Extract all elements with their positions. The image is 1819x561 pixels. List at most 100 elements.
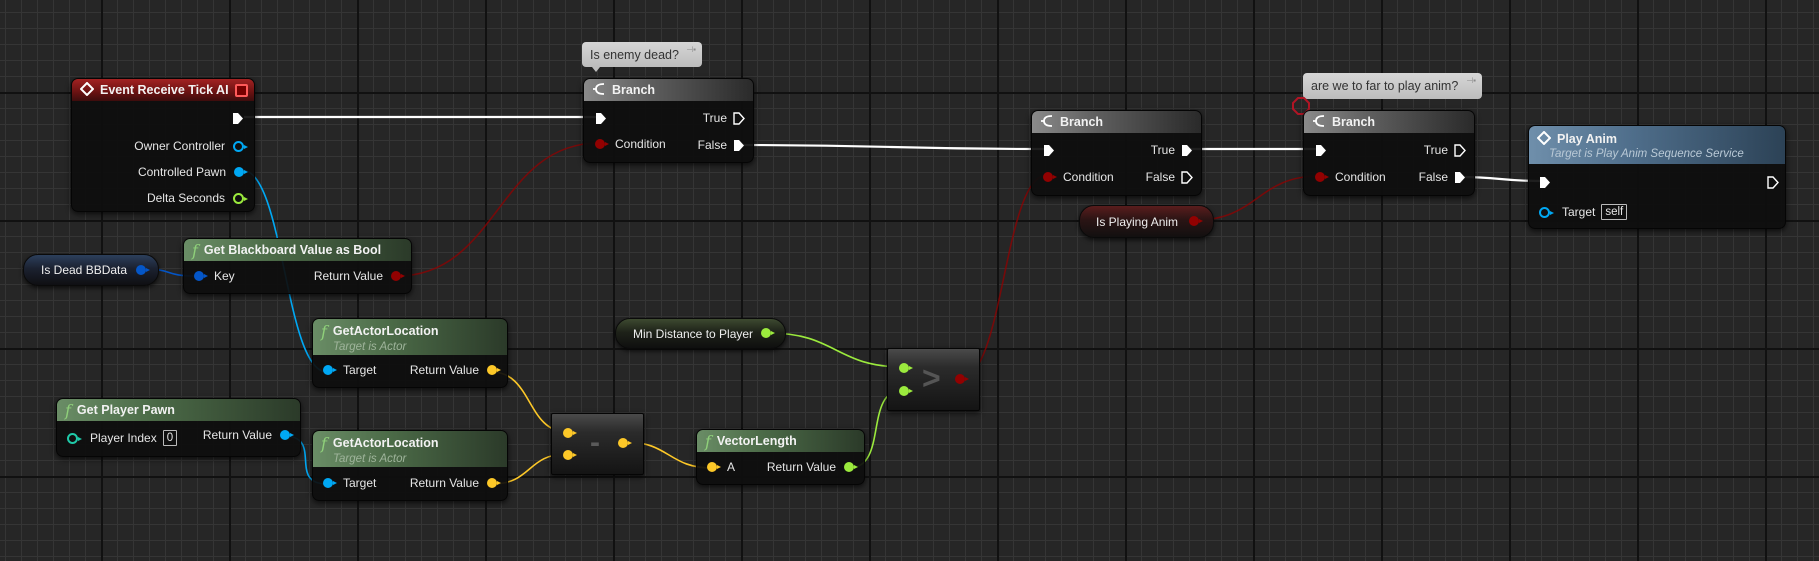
node-title: Event Receive Tick AI — [100, 83, 229, 97]
exec-pin-icon — [1539, 176, 1550, 188]
variable-label: Is Dead BBData — [41, 263, 128, 277]
false-pin[interactable]: False — [1146, 170, 1193, 184]
is-playing-anim-variable[interactable]: Is Playing Anim — [1079, 205, 1214, 238]
exec-pin-icon — [1454, 171, 1465, 183]
node-header: f Get Player Pawn — [57, 399, 300, 421]
is-dead-bbdata-variable[interactable]: Is Dead BBData — [23, 254, 159, 286]
exec-pin-icon — [733, 139, 744, 151]
target-pin[interactable]: Target — [323, 363, 376, 377]
float-pin-icon[interactable] — [761, 328, 775, 338]
return-value-pin[interactable]: Return Value — [203, 428, 294, 442]
true-pin[interactable]: True — [1424, 143, 1466, 157]
true-pin[interactable]: True — [703, 111, 745, 125]
exec-pin-icon — [733, 112, 745, 125]
branch-icon — [592, 82, 606, 99]
bool-pin-icon — [595, 139, 609, 149]
exec-pin-icon — [1767, 176, 1779, 189]
float-pin-icon — [844, 462, 858, 472]
subtract-symbol: - — [590, 426, 600, 459]
owner-controller-pin[interactable]: Owner Controller — [134, 139, 248, 153]
node-header: Branch — [584, 79, 753, 101]
get-actor-location-node-2[interactable]: f GetActorLocation Target is Actor Target… — [312, 430, 508, 501]
play-anim-node[interactable]: Play Anim Target is Play Anim Sequence S… — [1528, 125, 1786, 229]
false-pin[interactable]: False — [1419, 170, 1465, 184]
bool-wire-bb-to-branch1 — [396, 142, 600, 277]
node-title: Branch — [1332, 115, 1376, 129]
node-title: GetActorLocation — [332, 436, 439, 450]
pin-comment-icon[interactable]: ⊣▪ — [686, 45, 696, 54]
player-index-pin[interactable]: Player Index 0 — [67, 430, 178, 446]
target-pin[interactable]: Target — [323, 476, 376, 490]
exec-out-pin[interactable] — [1767, 176, 1779, 189]
vector-pin-icon — [487, 478, 501, 488]
branch-node-1[interactable]: Branch Condition True False — [583, 78, 754, 163]
comment-bubble-is-enemy-dead[interactable]: Is enemy dead? ⊣▪ — [582, 42, 702, 72]
blackboard-key-pin-icon[interactable] — [136, 265, 150, 275]
node-header: Event Receive Tick AI — [72, 79, 254, 101]
branch-icon — [1312, 114, 1326, 131]
float-pin-a-icon[interactable] — [899, 363, 913, 373]
vector-subtract-node[interactable]: - — [551, 413, 644, 475]
exec-pin-icon — [232, 112, 243, 124]
delta-seconds-pin[interactable]: Delta Seconds — [147, 191, 248, 205]
event-receive-tick-ai-node[interactable]: Event Receive Tick AI Owner Controller C… — [71, 78, 255, 212]
comment-bubble-too-far-to-play-anim[interactable]: are we to far to play anim? ⊣▪ — [1303, 73, 1482, 99]
vector-pin-b-icon[interactable] — [563, 450, 577, 460]
exec-in-pin[interactable] — [1315, 144, 1326, 156]
min-distance-to-player-variable[interactable]: Min Distance to Player — [615, 318, 786, 349]
node-subtitle: Target is Actor — [333, 452, 407, 465]
node-title: Get Blackboard Value as Bool — [203, 243, 382, 257]
vector-pin-a-icon[interactable] — [563, 428, 577, 438]
float-pin-icon — [233, 192, 248, 204]
node-title: Branch — [1060, 115, 1104, 129]
condition-pin[interactable]: Condition — [595, 137, 666, 151]
false-pin[interactable]: False — [698, 138, 744, 152]
controlled-pawn-pin[interactable]: Controlled Pawn — [138, 165, 248, 179]
player-index-input[interactable]: 0 — [162, 430, 178, 446]
a-pin[interactable]: A — [707, 460, 735, 474]
node-title: Branch — [612, 83, 656, 97]
function-icon: f — [192, 240, 198, 260]
event-diamond-icon — [1536, 130, 1552, 148]
true-pin[interactable]: True — [1151, 143, 1192, 157]
node-title: VectorLength — [716, 434, 797, 448]
blackboard-key-pin-icon — [194, 271, 208, 281]
return-value-pin[interactable]: Return Value — [410, 363, 501, 377]
breakpoint-icon[interactable] — [235, 84, 248, 97]
comment-text: Is enemy dead? — [590, 47, 679, 62]
target-self-value[interactable]: self — [1601, 204, 1628, 220]
node-title: Get Player Pawn — [76, 403, 175, 417]
float-pin-b-icon[interactable] — [899, 386, 913, 396]
pin-comment-icon[interactable]: ⊣▪ — [1466, 76, 1476, 85]
branch-node-3[interactable]: Branch Condition True False — [1303, 110, 1475, 196]
event-diamond-icon — [79, 81, 95, 99]
return-value-pin[interactable]: Return Value — [767, 460, 858, 474]
vector-pin-icon — [707, 462, 721, 472]
vector-pin-icon — [487, 365, 501, 375]
target-pin[interactable]: Target self — [1539, 204, 1628, 220]
object-pin-icon — [280, 430, 294, 440]
exec-in-pin[interactable] — [1539, 176, 1550, 188]
return-value-pin[interactable]: Return Value — [314, 269, 405, 283]
node-title: GetActorLocation — [332, 324, 439, 338]
exec-in-pin[interactable] — [595, 112, 606, 124]
get-blackboard-value-as-bool-node[interactable]: f Get Blackboard Value as Bool Key Return… — [183, 238, 412, 294]
condition-pin[interactable]: Condition — [1043, 170, 1114, 184]
bool-out-pin-icon[interactable] — [955, 374, 969, 384]
key-pin[interactable]: Key — [194, 269, 235, 283]
greater-than-node[interactable]: > — [887, 348, 980, 411]
exec-out-pin[interactable] — [232, 112, 243, 124]
vector-out-pin-icon[interactable] — [618, 438, 632, 448]
exec-in-pin[interactable] — [1043, 144, 1054, 156]
get-actor-location-node-1[interactable]: f GetActorLocation Target is Actor Target… — [312, 318, 508, 388]
get-player-pawn-node[interactable]: f Get Player Pawn Player Index 0 Return Va… — [56, 398, 301, 457]
condition-pin[interactable]: Condition — [1315, 170, 1386, 184]
bool-pin-icon[interactable] — [1189, 216, 1203, 226]
branch-node-2[interactable]: Branch Condition True False — [1031, 110, 1202, 196]
vector-length-node[interactable]: f VectorLength A Return Value — [696, 429, 865, 485]
node-subtitle: Target is Play Anim Sequence Service — [1549, 147, 1744, 160]
return-value-pin[interactable]: Return Value — [410, 476, 501, 490]
integer-pin-icon — [67, 432, 82, 444]
object-pin-icon — [234, 167, 248, 177]
node-header: Branch — [1032, 111, 1201, 133]
